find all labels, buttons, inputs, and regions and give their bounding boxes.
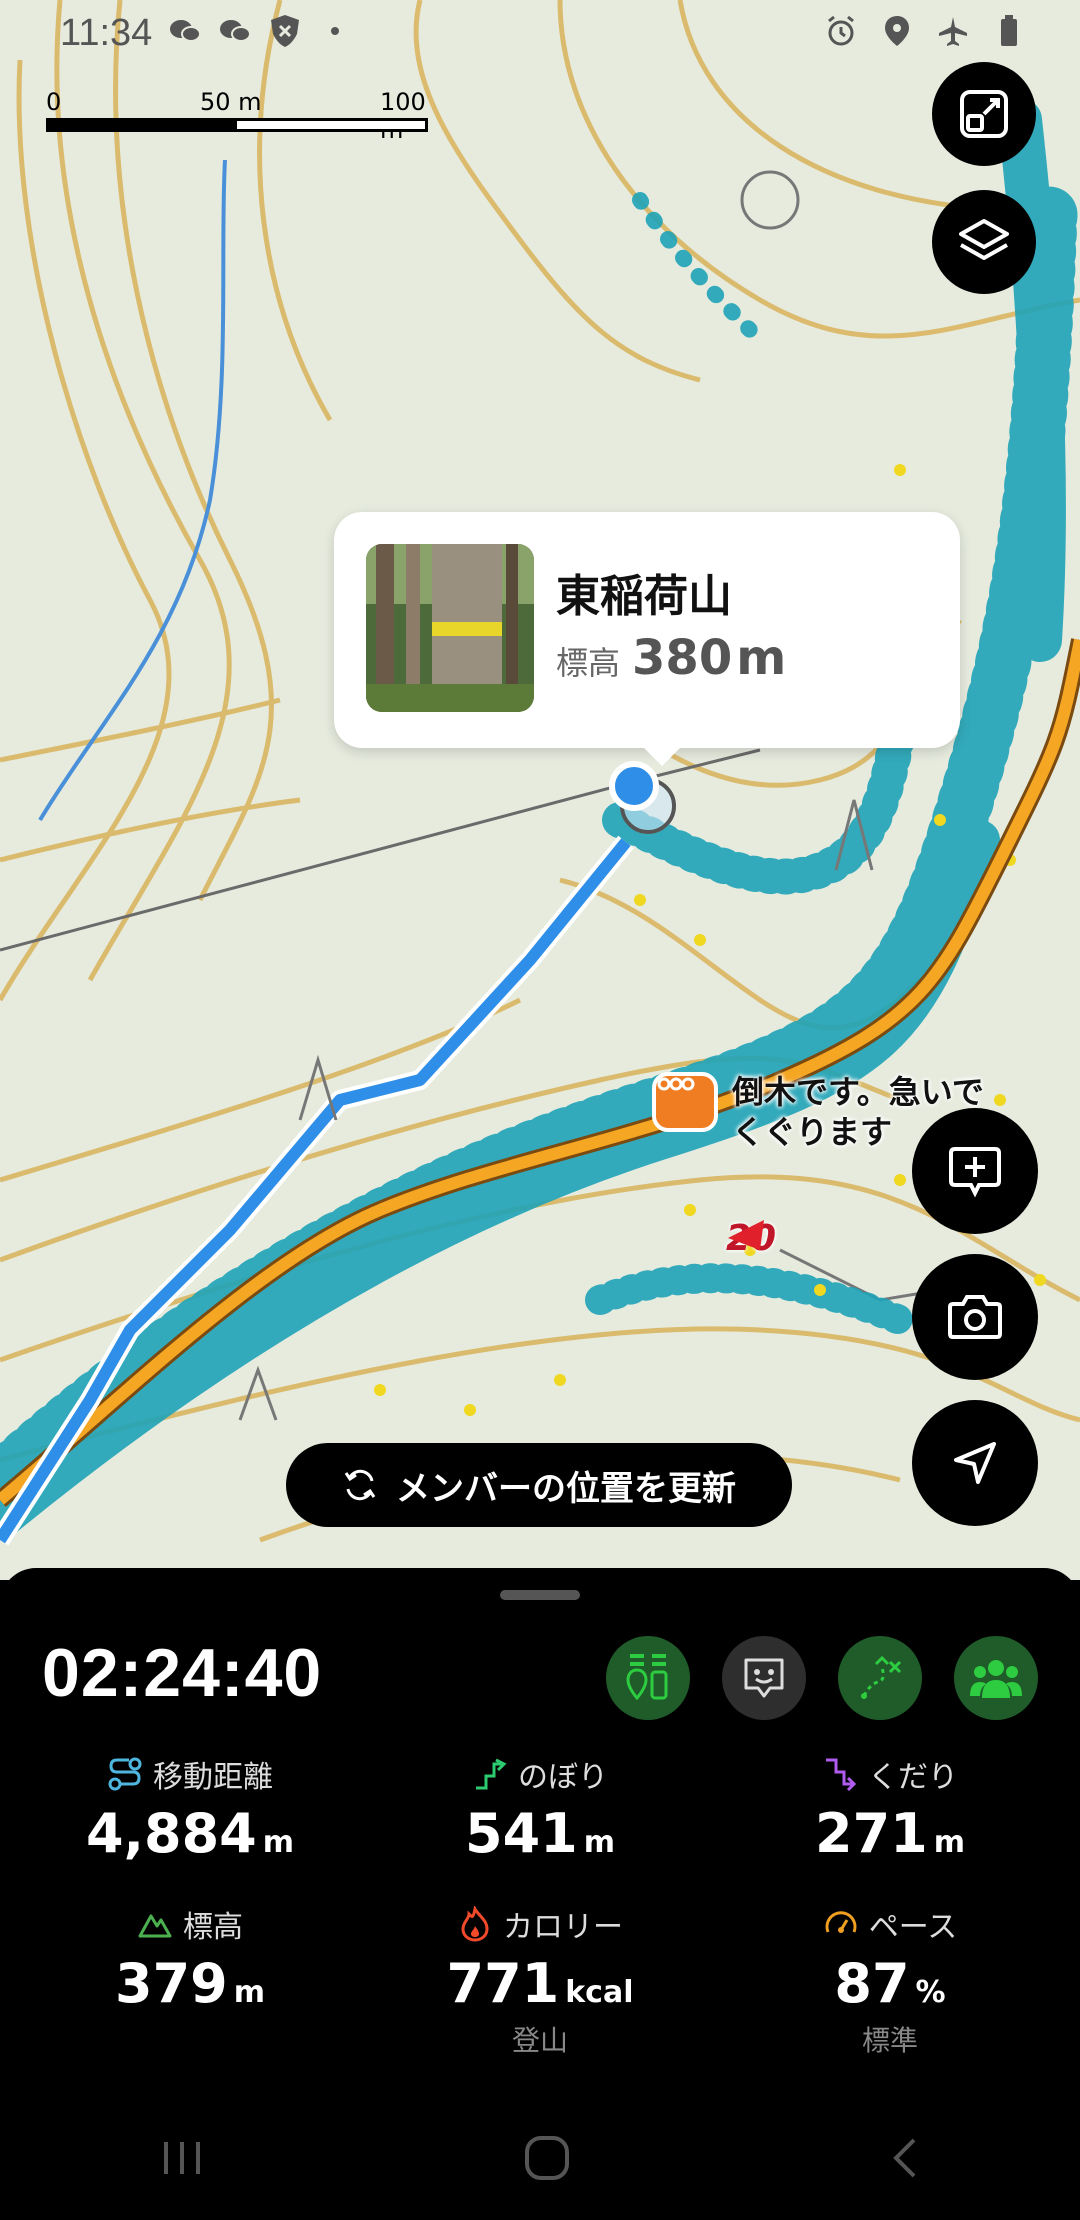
camera-icon — [948, 1295, 1002, 1339]
wechat-icon — [168, 14, 202, 48]
stat-label: 移動距離 — [153, 1760, 273, 1795]
scale-bar-line — [46, 118, 428, 132]
group-icon — [970, 1660, 1022, 1698]
shield-icon — [268, 14, 302, 48]
refresh-label: メンバーの位置を更新 — [396, 1468, 736, 1509]
stat-descent: くだり 271 m — [730, 1752, 1050, 1865]
status-bar: 11:34 — [0, 0, 1080, 64]
stat-unit: m — [583, 1825, 615, 1860]
stat-distance: 移動距離 4,884 m — [30, 1752, 350, 1865]
direction-marker: 20 — [726, 1218, 776, 1259]
chat-button[interactable] — [722, 1636, 806, 1720]
current-location-button[interactable] — [912, 1400, 1038, 1526]
summit-name: 東稲荷山 — [556, 571, 732, 622]
gauge-icon — [825, 1911, 857, 1933]
ascent-icon — [476, 1758, 507, 1790]
stat-unit: m — [933, 1825, 965, 1860]
navigation-arrow-icon — [954, 1442, 996, 1484]
route-icon — [108, 1757, 142, 1791]
card-pointer — [644, 748, 680, 766]
stat-value: 4,884 — [85, 1802, 257, 1865]
summit-photo[interactable] — [366, 544, 534, 712]
panel-actions — [606, 1636, 1038, 1720]
checkpoints-button[interactable] — [606, 1636, 690, 1720]
location-icon — [880, 14, 914, 48]
stat-sub: 登山 — [511, 2024, 568, 2057]
expand-icon — [960, 90, 1008, 138]
scale-label-100: 100 m — [380, 88, 426, 144]
checkpoint-icon — [626, 1654, 668, 1701]
back-icon[interactable] — [890, 2136, 920, 2184]
red-arrow-icon — [728, 1220, 764, 1250]
mountain-icon — [138, 1914, 172, 1938]
comment-bubble-icon[interactable] — [652, 1072, 718, 1132]
route-plan-button[interactable] — [838, 1636, 922, 1720]
airplane-icon — [936, 14, 970, 48]
summit-card[interactable]: 東稲荷山 標高 380m — [334, 512, 960, 766]
stat-value: 87 — [834, 1952, 910, 2015]
stat-value: 771 — [446, 1952, 560, 2015]
wechat-icon — [218, 14, 252, 48]
fullscreen-button[interactable] — [932, 62, 1036, 166]
stat-sub: 標準 — [861, 2024, 918, 2057]
stat-value: 271 — [815, 1802, 928, 1865]
system-nav-bar — [0, 2100, 1080, 2220]
refresh-members-button[interactable]: メンバーの位置を更新 — [286, 1443, 792, 1527]
drag-handle[interactable] — [500, 1590, 580, 1600]
layers-icon — [959, 219, 1009, 260]
elevation-value: 380 — [632, 630, 733, 686]
refresh-icon — [344, 1469, 376, 1501]
camera-button[interactable] — [912, 1254, 1038, 1380]
stat-value: 379 — [115, 1952, 228, 2015]
stat-unit: m — [262, 1825, 295, 1860]
scale-bar: 0 50 m 100 m — [46, 88, 428, 144]
stat-calories: カロリー 771 kcal 登山 — [380, 1902, 700, 2059]
alarm-icon — [824, 14, 858, 48]
route-plan-icon — [861, 1655, 902, 1699]
add-comment-icon — [949, 1147, 1001, 1198]
members-button[interactable] — [954, 1636, 1038, 1720]
scale-label-0: 0 — [46, 88, 62, 116]
stat-unit: % — [915, 1975, 946, 2010]
layers-button[interactable] — [932, 190, 1036, 294]
stat-ascent: のぼり 541 m — [380, 1752, 700, 1865]
stat-elevation: 標高 379 m — [30, 1902, 350, 2015]
flame-icon — [461, 1906, 489, 1942]
elevation-label: 標高 — [556, 644, 621, 682]
stat-label: くだり — [868, 1760, 958, 1795]
battery-icon — [992, 14, 1026, 48]
stat-label: のぼり — [518, 1760, 608, 1795]
elapsed-time: 02:24:40 — [42, 1635, 323, 1711]
dot-icon — [318, 14, 352, 48]
elevation-unit: m — [736, 630, 787, 686]
status-time: 11:34 — [60, 12, 153, 54]
home-icon[interactable] — [523, 2134, 571, 2186]
descent-icon — [826, 1758, 857, 1792]
add-comment-button[interactable] — [912, 1108, 1038, 1234]
scale-label-50: 50 m — [200, 88, 262, 116]
chat-face-icon — [744, 1658, 784, 1698]
stat-label: 標高 — [183, 1910, 243, 1945]
stat-pace: ペース 87% 標準 — [730, 1902, 1050, 2059]
summit-elevation: 標高 380m — [556, 630, 786, 686]
stat-unit: kcal — [565, 1975, 634, 2010]
recent-apps-icon[interactable] — [160, 2138, 204, 2182]
stat-unit: m — [233, 1975, 265, 2010]
stat-value: 541 — [465, 1802, 578, 1865]
stat-label: ペース — [868, 1910, 958, 1945]
stat-label: カロリー — [503, 1910, 623, 1945]
